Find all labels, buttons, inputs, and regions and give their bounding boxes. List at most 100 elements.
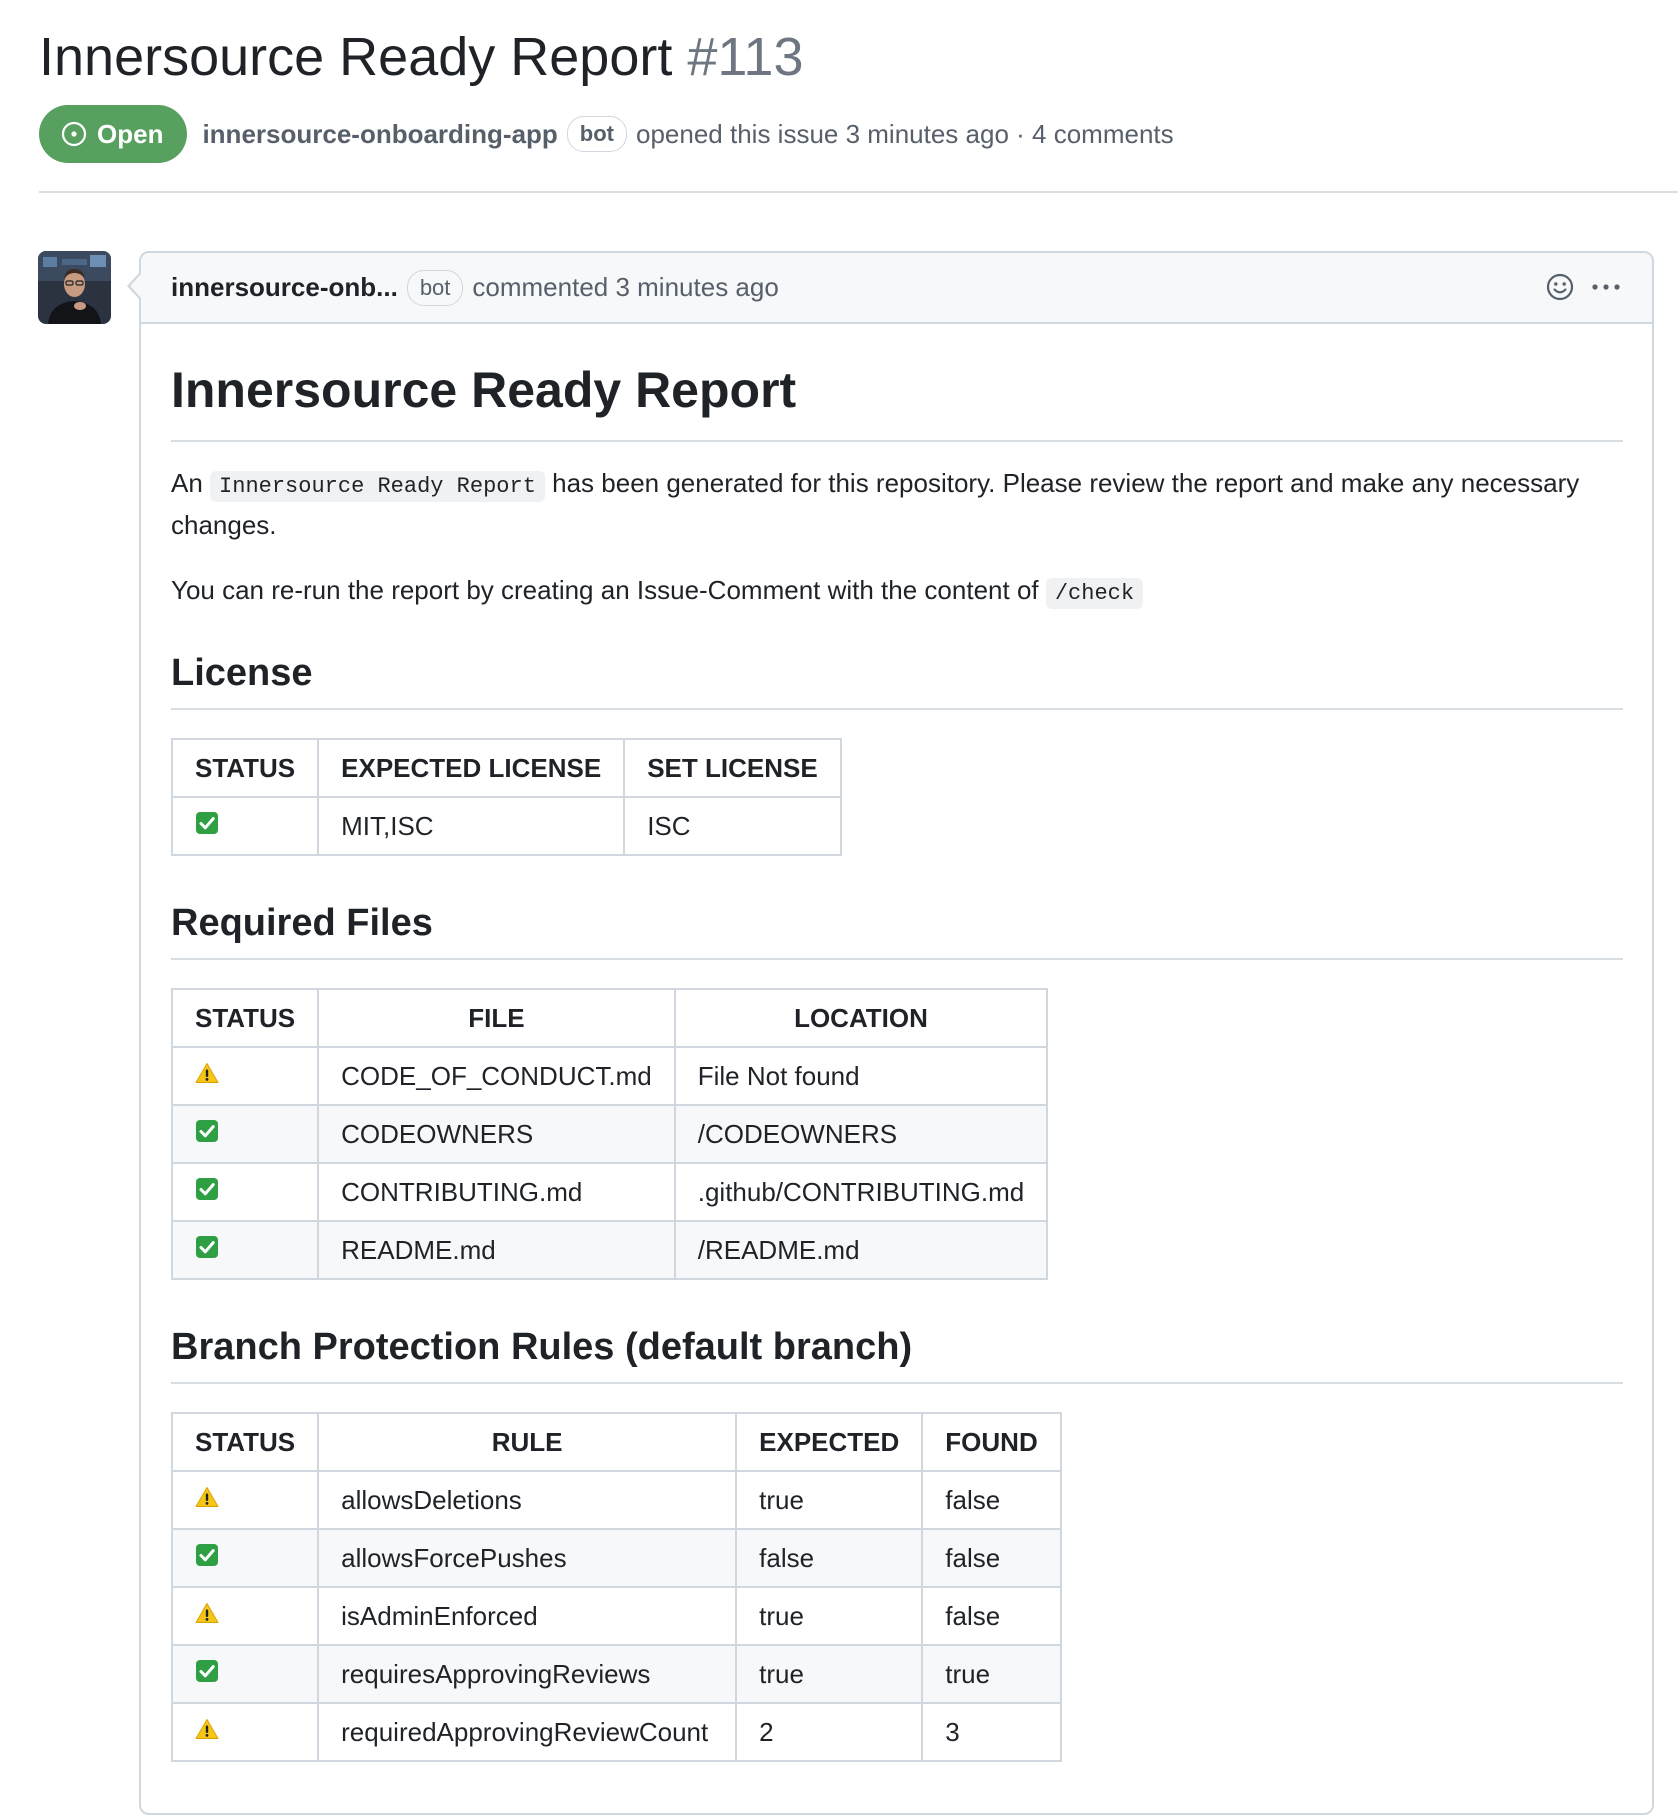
bot-badge: bot xyxy=(406,269,464,306)
warning-icon xyxy=(195,1601,219,1632)
comment: innersource-onb... bot commented 3 minut… xyxy=(139,251,1654,1815)
avatar-image xyxy=(38,251,111,324)
file-cell: README.md xyxy=(317,1220,676,1280)
smiley-icon xyxy=(1546,273,1574,301)
status-cell xyxy=(170,1586,320,1646)
expected-cell: false xyxy=(735,1528,924,1588)
status-cell xyxy=(170,1220,320,1280)
file-cell: CODE_OF_CONDUCT.md xyxy=(317,1046,676,1106)
table-row: requiresApprovingReviews true true xyxy=(170,1644,1062,1704)
status-cell xyxy=(170,1162,320,1222)
white-check-mark-icon xyxy=(195,811,219,842)
column-header: STATUS xyxy=(170,988,320,1048)
state-badge: Open xyxy=(39,105,188,163)
comment-author-link[interactable]: innersource-onb... xyxy=(171,272,398,303)
header-divider xyxy=(39,191,1678,193)
found-cell: false xyxy=(921,1586,1062,1646)
comment-timestamp[interactable]: commented 3 minutes ago xyxy=(472,272,778,303)
white-check-mark-icon xyxy=(195,1177,219,1208)
rule-cell: requiresApprovingReviews xyxy=(317,1644,738,1704)
issue-title: Innersource Ready Report #113 xyxy=(39,20,1677,94)
expected-cell: true xyxy=(735,1586,924,1646)
table-row: CONTRIBUTING.md .github/CONTRIBUTING.md xyxy=(170,1162,1049,1222)
found-cell: true xyxy=(921,1644,1062,1704)
issue-number: #113 xyxy=(687,27,804,87)
comment-body: Innersource Ready Report An Innersource … xyxy=(141,324,1652,1762)
table-header-row: STATUS EXPECTED LICENSE SET LICENSE xyxy=(170,738,842,798)
intro-prefix: An xyxy=(171,468,203,498)
warning-icon xyxy=(195,1485,219,1516)
set-license-cell: ISC xyxy=(623,796,842,856)
license-heading: License xyxy=(171,648,1623,710)
column-header: LOCATION xyxy=(673,988,1049,1048)
intro-code: Innersource Ready Report xyxy=(210,471,545,502)
expected-cell: true xyxy=(735,1644,924,1704)
rule-cell: allowsForcePushes xyxy=(317,1528,738,1588)
expected-cell: 2 xyxy=(735,1702,924,1762)
table-row: README.md /README.md xyxy=(170,1220,1049,1280)
table-row: isAdminEnforced true false xyxy=(170,1586,1062,1646)
warning-icon xyxy=(195,1061,219,1092)
issue-opened-icon xyxy=(61,121,87,147)
location-cell: File Not found xyxy=(673,1046,1049,1106)
issue-meta-text: opened this issue 3 minutes ago · 4 comm… xyxy=(636,118,1174,149)
found-cell: false xyxy=(921,1470,1062,1530)
required-files-heading: Required Files xyxy=(171,898,1623,960)
issue-meta: Open innersource-onboarding-app bot open… xyxy=(39,105,1174,163)
status-cell xyxy=(170,1644,320,1704)
issue-title-text: Innersource Ready Report xyxy=(39,27,673,87)
white-check-mark-icon xyxy=(195,1543,219,1574)
comment-actions xyxy=(1544,271,1622,303)
column-header: EXPECTED xyxy=(735,1412,924,1472)
found-cell: false xyxy=(921,1528,1062,1588)
table-row: CODE_OF_CONDUCT.md File Not found xyxy=(170,1046,1049,1106)
comment-caret-fill xyxy=(130,274,141,298)
location-cell: .github/CONTRIBUTING.md xyxy=(673,1162,1049,1222)
table-row: MIT,ISC ISC xyxy=(170,796,842,856)
table-header-row: STATUS RULE EXPECTED FOUND xyxy=(170,1412,1062,1472)
table-header-row: STATUS FILE LOCATION xyxy=(170,988,1049,1048)
warning-icon xyxy=(195,1717,219,1748)
column-header: RULE xyxy=(317,1412,738,1472)
column-header: EXPECTED LICENSE xyxy=(317,738,626,798)
status-cell xyxy=(170,1470,320,1530)
rerun-code: /check xyxy=(1045,578,1144,609)
avatar[interactable] xyxy=(38,251,111,324)
issue-page: Innersource Ready Report #113 Open inner… xyxy=(0,0,1678,1815)
column-header: SET LICENSE xyxy=(623,738,842,798)
status-cell xyxy=(170,1702,320,1762)
rule-cell: requiredApprovingReviewCount xyxy=(317,1702,738,1762)
bot-badge: bot xyxy=(566,116,627,152)
column-header: FOUND xyxy=(921,1412,1062,1472)
kebab-horizontal-icon xyxy=(1592,284,1620,290)
status-cell xyxy=(170,796,320,856)
issue-author-link[interactable]: innersource-onboarding-app xyxy=(202,119,557,150)
table-row: allowsDeletions true false xyxy=(170,1470,1062,1530)
comment-header: innersource-onb... bot commented 3 minut… xyxy=(141,253,1652,324)
license-table: STATUS EXPECTED LICENSE SET LICENSE MIT,… xyxy=(170,738,842,856)
table-row: allowsForcePushes false false xyxy=(170,1528,1062,1588)
status-cell xyxy=(170,1104,320,1164)
required-files-table: STATUS FILE LOCATION CODE_OF_CONDUCT.md … xyxy=(170,988,1049,1280)
location-cell: /README.md xyxy=(673,1220,1049,1280)
comment-menu-button[interactable] xyxy=(1590,271,1622,303)
state-label: Open xyxy=(97,118,164,149)
rerun-instructions: You can re-run the report by creating an… xyxy=(171,571,1623,613)
report-intro: An Innersource Ready Report has been gen… xyxy=(171,464,1623,544)
column-header: FILE xyxy=(317,988,676,1048)
table-row: CODEOWNERS /CODEOWNERS xyxy=(170,1104,1049,1164)
found-cell: 3 xyxy=(921,1702,1062,1762)
issue-header: Innersource Ready Report #113 Open inner… xyxy=(39,20,1677,163)
rule-cell: allowsDeletions xyxy=(317,1470,738,1530)
branch-protection-table: STATUS RULE EXPECTED FOUND allowsDeletio… xyxy=(170,1412,1062,1762)
column-header: STATUS xyxy=(170,1412,320,1472)
file-cell: CONTRIBUTING.md xyxy=(317,1162,676,1222)
white-check-mark-icon xyxy=(195,1659,219,1690)
file-cell: CODEOWNERS xyxy=(317,1104,676,1164)
table-row: requiredApprovingReviewCount 2 3 xyxy=(170,1702,1062,1762)
rule-cell: isAdminEnforced xyxy=(317,1586,738,1646)
add-reaction-button[interactable] xyxy=(1544,271,1576,303)
report-title: Innersource Ready Report xyxy=(171,324,1623,442)
column-header: STATUS xyxy=(170,738,320,798)
white-check-mark-icon xyxy=(195,1235,219,1266)
